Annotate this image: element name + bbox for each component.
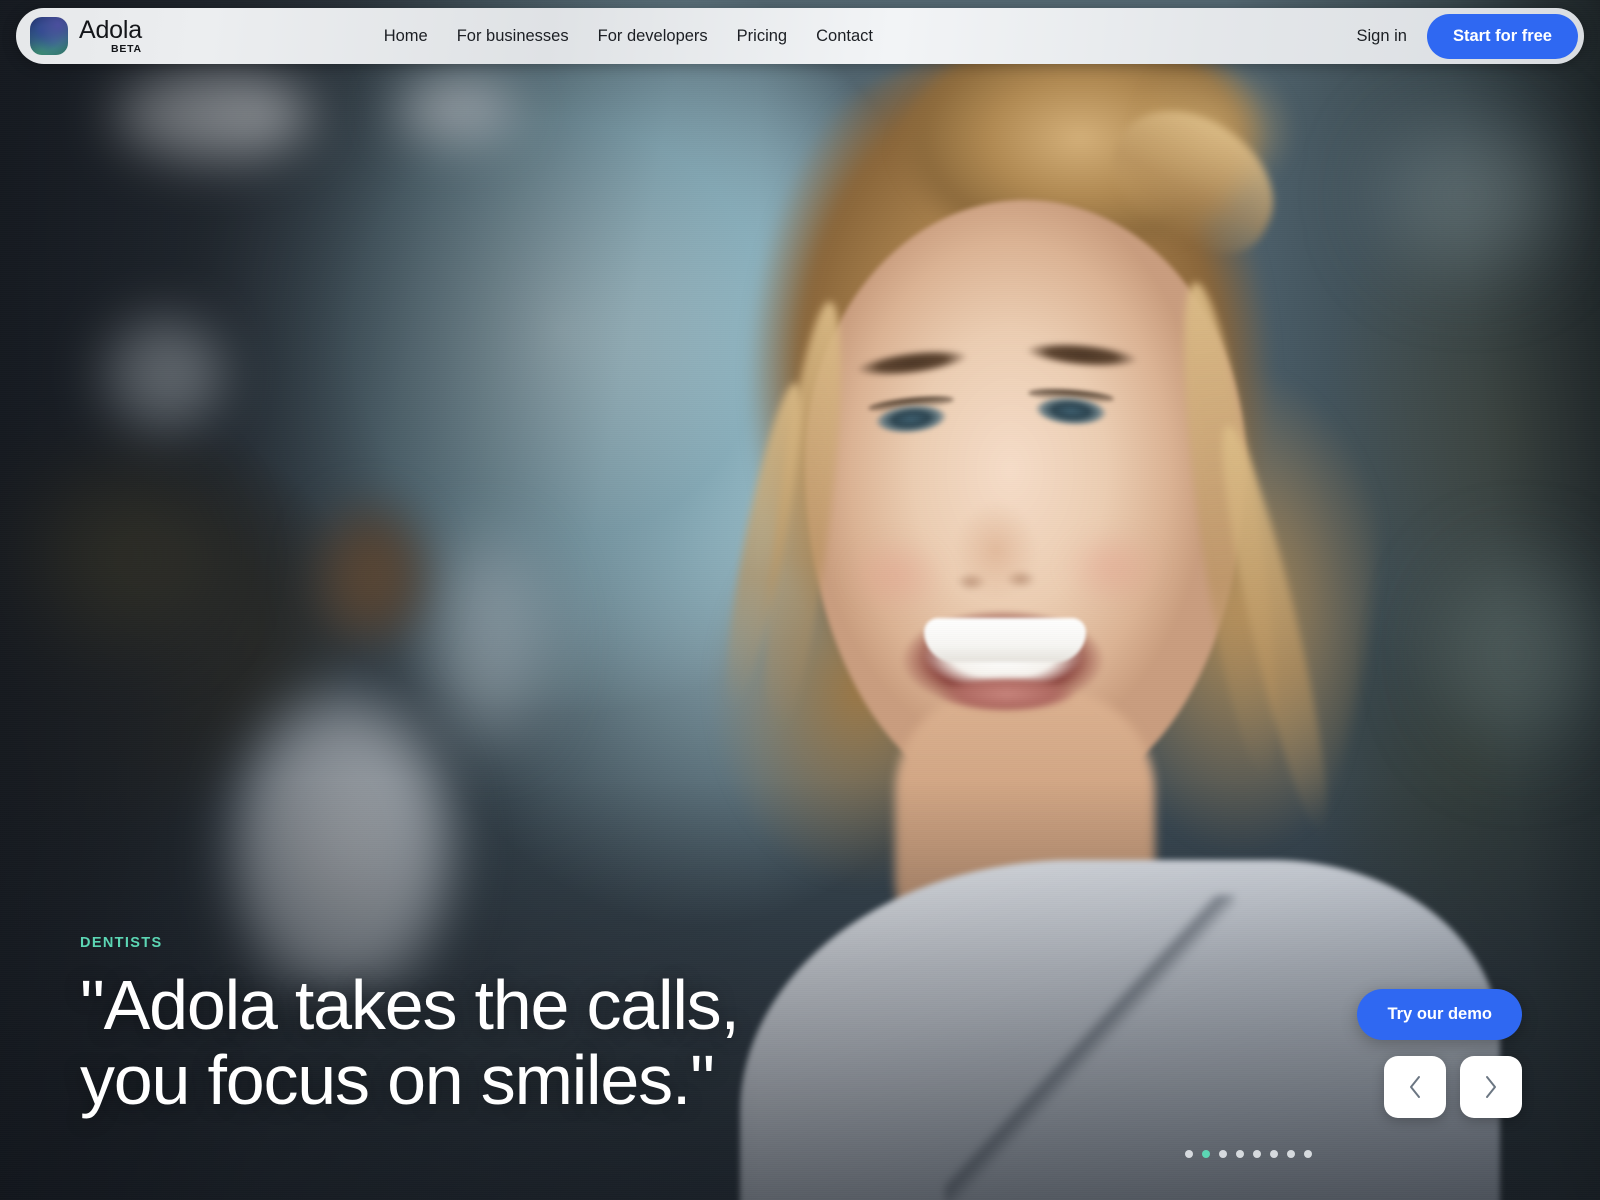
chevron-right-icon bbox=[1483, 1074, 1499, 1100]
carousel-dot-8[interactable] bbox=[1304, 1150, 1312, 1158]
carousel-dot-3[interactable] bbox=[1219, 1150, 1227, 1158]
hero-eyebrow: DENTISTS bbox=[80, 935, 163, 952]
try-our-demo-button[interactable]: Try our demo bbox=[1357, 989, 1522, 1040]
brand-logo[interactable]: Adola BETA bbox=[30, 17, 142, 55]
lower-lip-shape bbox=[932, 678, 1082, 718]
hero-headline: "Adola takes the calls, you focus on smi… bbox=[80, 966, 740, 1120]
brand-name: Adola bbox=[79, 15, 142, 44]
start-for-free-button[interactable]: Start for free bbox=[1426, 13, 1578, 59]
nav-link-for-developers[interactable]: For developers bbox=[598, 27, 708, 46]
ceiling-light-blur bbox=[100, 318, 220, 430]
nose-shape bbox=[940, 470, 1052, 600]
carousel-dot-2[interactable] bbox=[1202, 1150, 1210, 1158]
carousel-dot-1[interactable] bbox=[1185, 1150, 1193, 1158]
hero-actions-block: Try our demo bbox=[1357, 989, 1522, 1118]
foreground-portrait bbox=[640, 0, 1500, 1200]
carousel-dot-7[interactable] bbox=[1287, 1150, 1295, 1158]
top-navigation-bar: Adola BETA Home For businesses For devel… bbox=[16, 8, 1584, 64]
shelf-light-blur bbox=[1440, 560, 1600, 750]
nav-link-home[interactable]: Home bbox=[384, 27, 428, 46]
carousel-pagination-dots bbox=[1185, 1150, 1312, 1158]
brand-wordmark: Adola BETA bbox=[79, 15, 142, 55]
carousel-dot-6[interactable] bbox=[1270, 1150, 1278, 1158]
ceiling-light-blur bbox=[395, 78, 515, 140]
sign-in-button[interactable]: Sign in bbox=[1356, 27, 1406, 46]
beta-badge: BETA bbox=[110, 42, 142, 55]
carousel-prev-button[interactable] bbox=[1384, 1056, 1446, 1118]
nav-link-pricing[interactable]: Pricing bbox=[737, 27, 787, 46]
carousel-next-button[interactable] bbox=[1460, 1056, 1522, 1118]
primary-nav-links: Home For businesses For developers Prici… bbox=[384, 27, 873, 46]
teeth-shape bbox=[924, 618, 1086, 662]
nav-link-contact[interactable]: Contact bbox=[816, 27, 873, 46]
nav-actions: Sign in Start for free bbox=[1356, 13, 1578, 59]
chevron-left-icon bbox=[1407, 1074, 1423, 1100]
hero-copy-block: DENTISTS "Adola takes the calls, you foc… bbox=[80, 935, 740, 1120]
ceiling-light-blur bbox=[110, 70, 310, 160]
adola-gradient-logo-icon bbox=[30, 17, 68, 55]
carousel-dot-4[interactable] bbox=[1236, 1150, 1244, 1158]
nav-link-for-businesses[interactable]: For businesses bbox=[457, 27, 569, 46]
carousel-dot-5[interactable] bbox=[1253, 1150, 1261, 1158]
landing-page: Adola BETA Home For businesses For devel… bbox=[0, 0, 1600, 1200]
background-person-blur bbox=[165, 470, 535, 990]
carousel-arrow-controls bbox=[1384, 1056, 1522, 1118]
